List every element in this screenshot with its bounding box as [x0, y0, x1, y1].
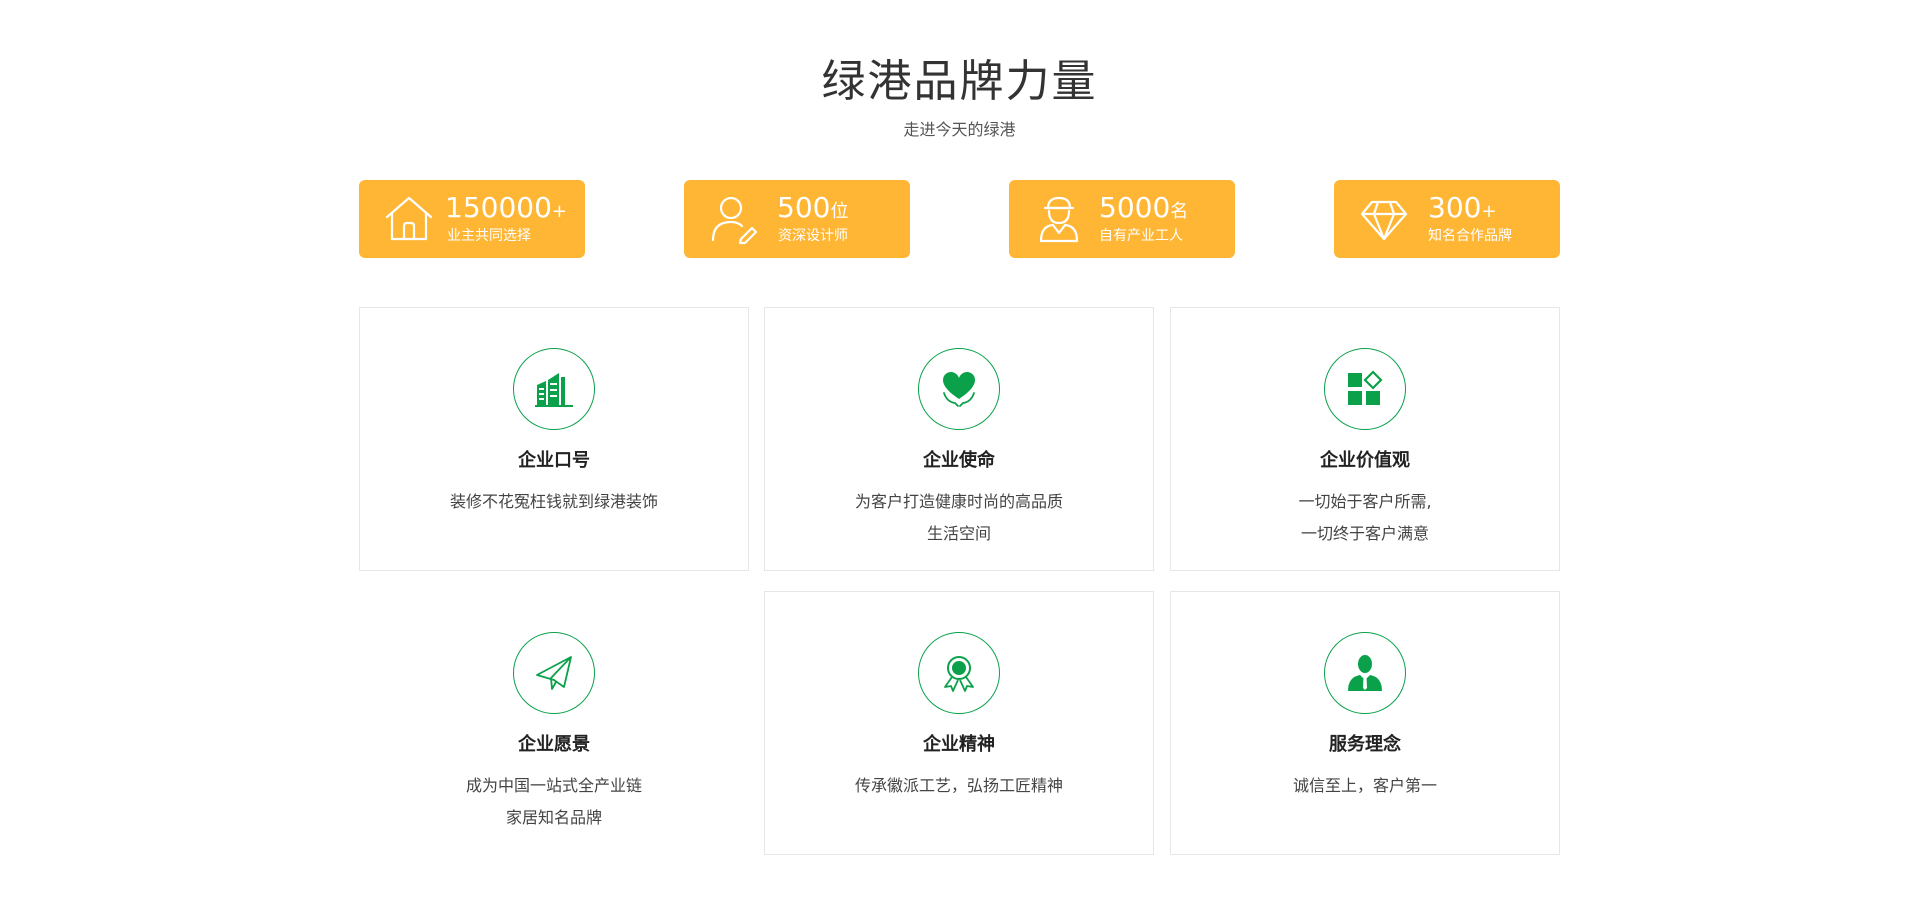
- stat-label: 自有产业工人: [1099, 228, 1183, 244]
- stat-card-workers: 5000名 自有产业工人: [1009, 180, 1235, 258]
- stat-card-designers: 500位 资深设计师: [684, 180, 910, 258]
- award-icon: [944, 656, 974, 692]
- stat-number: 150000+: [445, 191, 567, 224]
- card-values: 企业价值观 一切始于客户所需, 一切终于客户满意: [1170, 307, 1560, 571]
- icon-circle: [918, 348, 1000, 430]
- icon-circle: [918, 632, 1000, 714]
- card-title: 企业愿景: [518, 734, 590, 755]
- stat-number: 500位: [777, 191, 849, 224]
- stat-label: 业主共同选择: [447, 228, 531, 244]
- card-description: 诚信至上，客户第一: [1292, 776, 1437, 795]
- card-description: 成为中国一站式全产业链 家居知名品牌: [465, 776, 642, 827]
- heart-hands-icon: [943, 372, 975, 407]
- paper-plane-icon: [536, 656, 572, 690]
- section-title: 绿港品牌力量: [821, 56, 1098, 107]
- blocks-icon: [1348, 370, 1383, 405]
- card-title: 企业口号: [518, 450, 590, 471]
- brand-strength-section: 绿港品牌力量 走进今天的绿港 150000+ 业主共同选择 500位 资深设计师…: [0, 0, 1919, 915]
- icon-circle: [1324, 348, 1406, 430]
- card-slogan: 企业口号 装修不花冤枉钱就到绿港装饰: [359, 307, 749, 571]
- house-icon: [383, 193, 435, 245]
- card-title: 服务理念: [1329, 734, 1401, 755]
- card-spirit: 企业精神 传承徽派工艺，弘扬工匠精神: [764, 591, 1154, 855]
- card-title: 企业使命: [923, 450, 995, 471]
- icon-circle: [513, 632, 595, 714]
- stat-number: 300+: [1428, 191, 1497, 224]
- diamond-icon: [1358, 193, 1410, 245]
- stat-number: 5000名: [1099, 191, 1189, 224]
- stat-label: 知名合作品牌: [1428, 228, 1512, 244]
- designer-icon: [708, 193, 760, 245]
- card-description: 传承徽派工艺，弘扬工匠精神: [854, 776, 1063, 795]
- businessman-icon: [1348, 655, 1382, 691]
- stat-label: 资深设计师: [778, 228, 848, 244]
- card-description: 装修不花冤枉钱就到绿港装饰: [449, 492, 658, 511]
- building-icon: [535, 373, 573, 407]
- card-service: 服务理念 诚信至上，客户第一: [1170, 591, 1560, 855]
- values-grid: 企业口号 装修不花冤枉钱就到绿港装饰 企业使命 为客户打造健康时尚的高品质 生活…: [359, 307, 1560, 857]
- card-description: 为客户打造健康时尚的高品质 生活空间: [854, 492, 1063, 543]
- card-description: 一切始于客户所需, 一切终于客户满意: [1298, 492, 1432, 543]
- stat-card-brands: 300+ 知名合作品牌: [1334, 180, 1560, 258]
- card-title: 企业价值观: [1320, 450, 1410, 471]
- section-subtitle: 走进今天的绿港: [903, 120, 1016, 139]
- card-mission: 企业使命 为客户打造健康时尚的高品质 生活空间: [764, 307, 1154, 571]
- card-title: 企业精神: [923, 734, 995, 755]
- icon-circle: [513, 348, 595, 430]
- worker-icon: [1033, 193, 1085, 245]
- stats-row: 150000+ 业主共同选择 500位 资深设计师 5000名 自有产业工人 3…: [359, 180, 1560, 258]
- stat-card-owners: 150000+ 业主共同选择: [359, 180, 585, 258]
- card-vision: 企业愿景 成为中国一站式全产业链 家居知名品牌: [359, 591, 749, 855]
- icon-circle: [1324, 632, 1406, 714]
